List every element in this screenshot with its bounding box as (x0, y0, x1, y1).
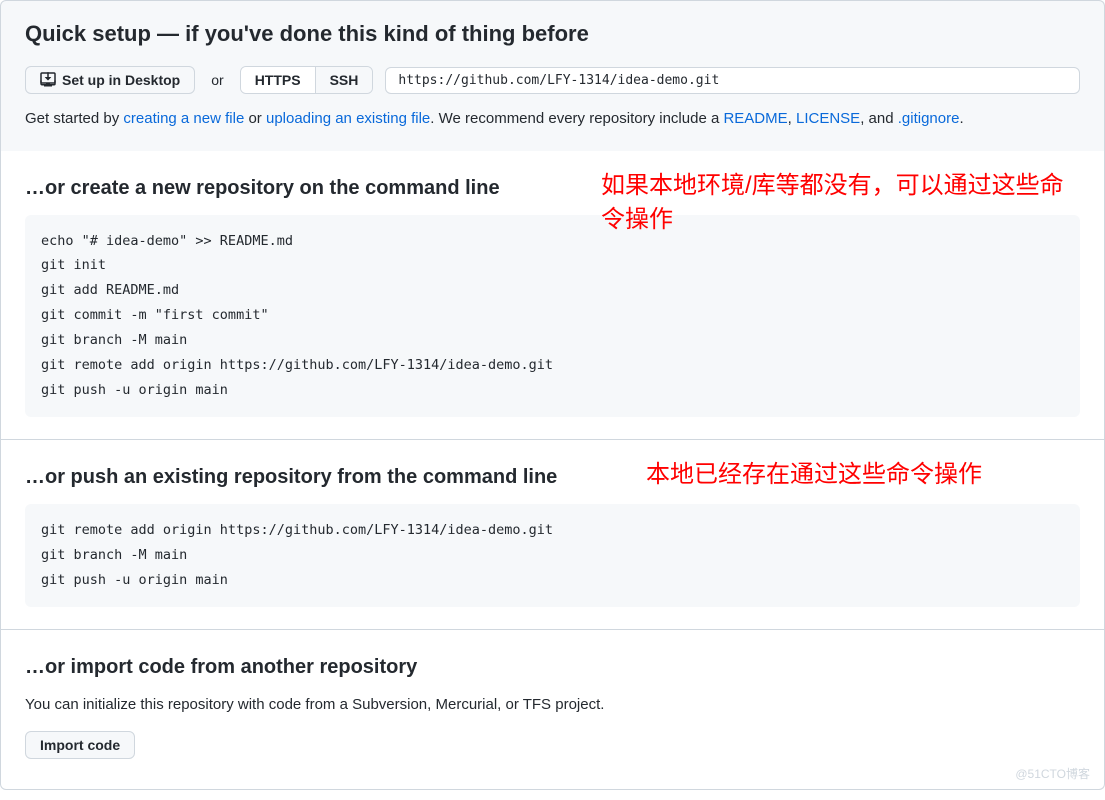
create-repo-section: …or create a new repository on the comma… (0, 151, 1105, 441)
help-suffix: . (959, 110, 963, 127)
help-prefix: Get started by (25, 110, 123, 127)
license-link[interactable]: LICENSE (796, 110, 860, 127)
help-sep2: , and (860, 110, 898, 127)
upload-file-link[interactable]: uploading an existing file (266, 110, 430, 127)
quick-setup-panel: Quick setup — if you've done this kind o… (0, 0, 1105, 151)
watermark: @51CTO博客 (1015, 765, 1090, 783)
annotation-push: 本地已经存在通过这些命令操作 (646, 458, 1086, 493)
push-repo-code[interactable]: git remote add origin https://github.com… (25, 504, 1080, 607)
help-mid2: . We recommend every repository include … (430, 110, 723, 127)
annotation-create: 如果本地环境/库等都没有，可以通过这些命令操作 (601, 169, 1081, 239)
desktop-icon (40, 72, 56, 88)
clone-url-input[interactable] (385, 67, 1080, 94)
setup-desktop-label: Set up in Desktop (62, 72, 180, 88)
ssh-tab[interactable]: SSH (316, 67, 373, 93)
push-repo-section: …or push an existing repository from the… (0, 440, 1105, 630)
or-separator: or (207, 70, 227, 91)
help-text: Get started by creating a new file or up… (25, 108, 1080, 131)
readme-link[interactable]: README (723, 110, 787, 127)
help-sep1: , (788, 110, 796, 127)
create-file-link[interactable]: creating a new file (123, 110, 244, 127)
help-mid1: or (244, 110, 266, 127)
quick-setup-title: Quick setup — if you've done this kind o… (25, 17, 1080, 50)
import-repo-section: …or import code from another repository … (0, 630, 1105, 790)
import-code-button[interactable]: Import code (25, 731, 135, 759)
import-repo-title: …or import code from another repository (25, 652, 1080, 682)
page-container: Quick setup — if you've done this kind o… (0, 0, 1105, 790)
protocol-toggle: HTTPS SSH (240, 66, 374, 94)
setup-desktop-button[interactable]: Set up in Desktop (25, 66, 195, 94)
create-repo-code[interactable]: echo "# idea-demo" >> README.md git init… (25, 215, 1080, 418)
setup-controls-row: Set up in Desktop or HTTPS SSH (25, 66, 1080, 94)
gitignore-link[interactable]: .gitignore (898, 110, 960, 127)
import-repo-desc: You can initialize this repository with … (25, 694, 1080, 717)
https-tab[interactable]: HTTPS (241, 67, 316, 93)
